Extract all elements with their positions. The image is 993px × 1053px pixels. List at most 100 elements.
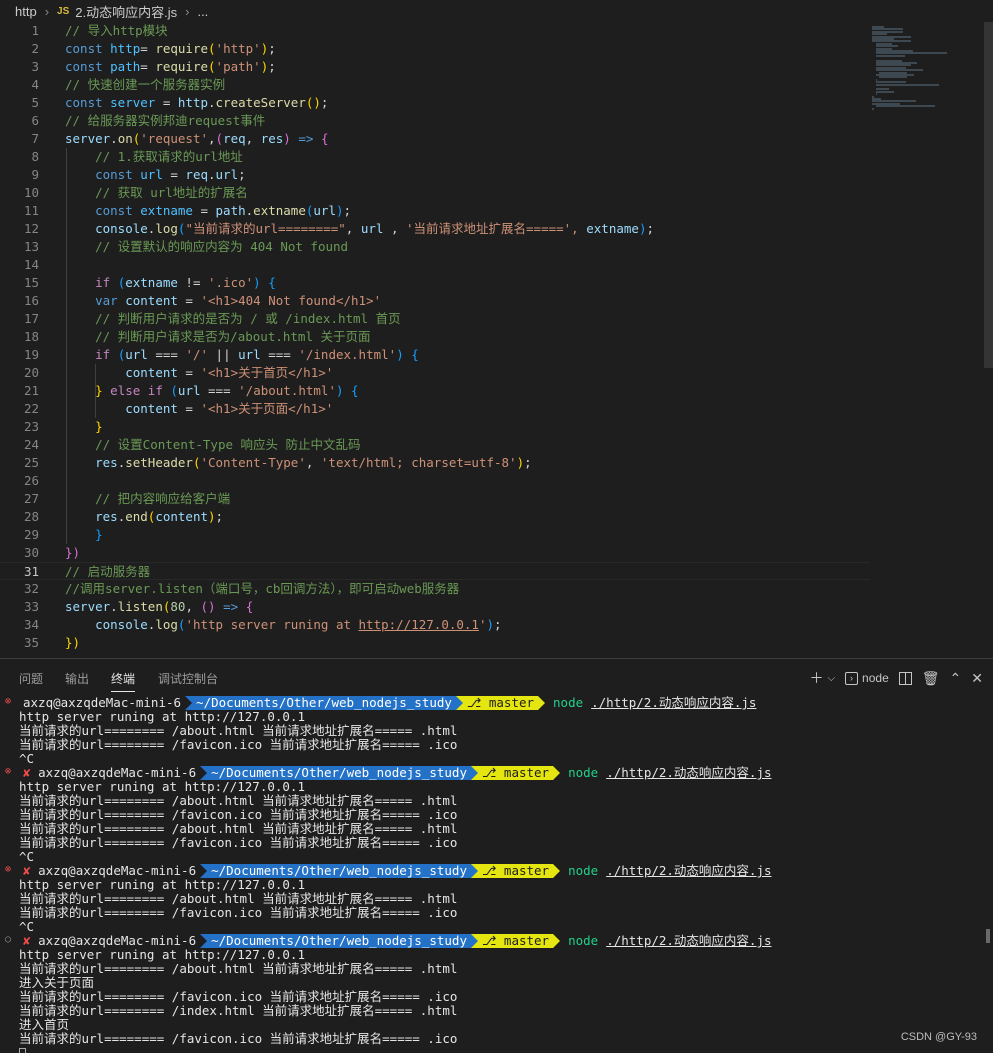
- code-line[interactable]: 1 // 导入http模块: [0, 22, 870, 40]
- code-line[interactable]: 2 const http= require('http');: [0, 40, 870, 58]
- code-line[interactable]: 21 } else if (url === '/about.html') {: [0, 382, 870, 400]
- code-line[interactable]: 29 }: [0, 526, 870, 544]
- code-line[interactable]: 13 // 设置默认的响应内容为 404 Not found: [0, 238, 870, 256]
- terminal-output-line: 当前请求的url======== /about.html 当前请求地址扩展名==…: [19, 891, 458, 906]
- code-text: const extname = path.extname(url);: [95, 203, 352, 218]
- terminal-output-line: 当前请求的url======== /favicon.ico 当前请求地址扩展名=…: [19, 1031, 458, 1046]
- code-line[interactable]: 10 // 获取 url地址的扩展名: [0, 184, 870, 202]
- code-line[interactable]: 11 const extname = path.extname(url);: [0, 202, 870, 220]
- editor-scrollbar[interactable]: [984, 22, 993, 368]
- code-text: // 设置默认的响应内容为 404 Not found: [95, 239, 349, 254]
- code-line[interactable]: 16 var content = '<h1>404 Not found</h1>…: [0, 292, 870, 310]
- git-branch-icon: ⎇: [481, 863, 504, 878]
- line-number: 16: [23, 293, 39, 308]
- breadcrumb-more[interactable]: ...: [197, 4, 208, 19]
- code-line[interactable]: 33 server.listen(80, () => {: [0, 598, 870, 616]
- breadcrumb-folder[interactable]: http: [15, 4, 37, 19]
- code-line[interactable]: 17 // 判断用户请求的是否为 / 或 /index.html 首页: [0, 310, 870, 328]
- code-line[interactable]: 14: [0, 256, 870, 274]
- error-status-icon: ⊗: [5, 766, 12, 777]
- breadcrumb-file[interactable]: 2.动态响应内容.js: [75, 2, 177, 21]
- git-branch-icon: ⎇: [481, 933, 504, 948]
- terminal-output-line: http server runing at http://127.0.0.1: [19, 779, 305, 794]
- line-number: 2: [31, 41, 39, 56]
- terminal-output-line: 进入首页: [19, 1017, 70, 1032]
- minimap-line: [875, 54, 906, 57]
- panel-toolbar: ＋ ⌵ › node 🗑 ⌃ ✕: [809, 668, 983, 688]
- code-text: const http= require('http');: [65, 41, 276, 56]
- code-line[interactable]: 23 }: [0, 418, 870, 436]
- prompt-user-name: axzq@axzqdeMac-mini-6: [38, 765, 197, 780]
- code-line[interactable]: 8 // 1.获取请求的url地址: [0, 148, 870, 166]
- line-number: 18: [23, 329, 39, 344]
- code-line[interactable]: 35}): [0, 634, 870, 652]
- cursor-icon: [19, 1047, 26, 1053]
- split-terminal-icon[interactable]: [898, 671, 912, 685]
- line-number: 19: [23, 347, 39, 362]
- code-text: content = '<h1>关于首页</h1>': [125, 365, 334, 380]
- code-line[interactable]: 26: [0, 472, 870, 490]
- chevron-down-icon[interactable]: ⌵: [827, 673, 835, 684]
- code-line[interactable]: 24 // 设置Content-Type 响应头 防止中文乱码: [0, 436, 870, 454]
- close-icon[interactable]: ✕: [971, 670, 983, 687]
- tab-problems[interactable]: 问题: [19, 670, 43, 687]
- terminal-output-line: http server runing at http://127.0.0.1: [19, 709, 305, 724]
- prompt-separator-icon: [470, 864, 478, 878]
- tab-debug-console[interactable]: 调试控制台: [158, 670, 218, 687]
- code-line[interactable]: 22 content = '<h1>关于页面</h1>': [0, 400, 870, 418]
- terminal-scrollbar[interactable]: [986, 929, 990, 943]
- code-text: // 判断用户请求是否为/about.html 关于页面: [95, 329, 371, 344]
- prompt-user: ✘ axzq@axzqdeMac-mini-6: [19, 933, 201, 948]
- line-number: 23: [23, 419, 39, 434]
- chevron-up-icon[interactable]: ⌃: [950, 670, 962, 687]
- code-line[interactable]: 28 res.end(content);: [0, 508, 870, 526]
- code-editor[interactable]: 1 // 导入http模块 2 const http= require('http')…: [0, 22, 993, 658]
- plus-icon[interactable]: ＋: [809, 668, 823, 688]
- code-line[interactable]: 34 console.log('http server runing at ht…: [0, 616, 870, 634]
- prompt-separator-icon: [200, 766, 208, 780]
- minimap[interactable]: [868, 22, 986, 122]
- terminal-prompt: axzq@axzqdeMac-mini-6 ~/Documents/Other/w…: [19, 696, 756, 710]
- code-text: // 启动服务器: [65, 564, 151, 579]
- line-number: 11: [23, 203, 39, 218]
- prompt-user: axzq@axzqdeMac-mini-6: [19, 696, 186, 710]
- terminal-output-line: 当前请求的url======== /favicon.ico 当前请求地址扩展名=…: [19, 905, 458, 920]
- code-line[interactable]: 12 console.log("当前请求的url========", url ,…: [0, 220, 870, 238]
- code-text: if (url === '/' || url === '/index.html'…: [95, 347, 419, 362]
- tab-terminal[interactable]: 终端: [111, 670, 136, 692]
- line-number: 20: [23, 365, 39, 380]
- code-text: console.log("当前请求的url========", url , '当…: [95, 221, 654, 236]
- line-number: 1: [31, 23, 39, 38]
- code-line[interactable]: 25 res.setHeader('Content-Type', 'text/h…: [0, 454, 870, 472]
- indent-guide: [66, 148, 67, 544]
- code-line[interactable]: 9 const url = req.url;: [0, 166, 870, 184]
- indent-guide: [95, 364, 96, 418]
- code-line[interactable]: 30}): [0, 544, 870, 562]
- prompt-user-name: axzq@axzqdeMac-mini-6: [38, 933, 197, 948]
- code-line[interactable]: 27 // 把内容响应给客户端: [0, 490, 870, 508]
- code-line[interactable]: 20 content = '<h1>关于首页</h1>': [0, 364, 870, 382]
- line-number: 31: [23, 564, 39, 579]
- code-line[interactable]: 18 // 判断用户请求是否为/about.html 关于页面: [0, 328, 870, 346]
- code-line[interactable]: 6 // 给服务器实例邦迪request事件: [0, 112, 870, 130]
- terminal-command-arg: ./http/2.动态响应内容.js: [591, 695, 757, 710]
- terminal-output-line: http server runing at http://127.0.0.1: [19, 947, 305, 962]
- code-line[interactable]: 4 // 快速创建一个服务器实例: [0, 76, 870, 94]
- tab-output[interactable]: 输出: [65, 670, 89, 687]
- code-line[interactable]: 7 server.on('request',(req, res) => {: [0, 130, 870, 148]
- line-number: 21: [23, 383, 39, 398]
- terminal-command-arg: ./http/2.动态响应内容.js: [606, 765, 772, 780]
- prompt-directory: ~/Documents/Other/web_nodejs_study: [192, 696, 456, 710]
- code-line[interactable]: 5 const server = http.createServer();: [0, 94, 870, 112]
- code-line[interactable]: 15 if (extname != '.ico') {: [0, 274, 870, 292]
- code-line[interactable]: 3 const path= require('path');: [0, 58, 870, 76]
- line-number: 15: [23, 275, 39, 290]
- code-line[interactable]: 19 if (url === '/' || url === '/index.ht…: [0, 346, 870, 364]
- code-line[interactable]: 32 //调用server.listen（端口号，cb回调方法），即可启动web服…: [0, 580, 870, 598]
- code-text: res.end(content);: [95, 509, 224, 524]
- prompt-separator-icon: [185, 696, 193, 710]
- code-line[interactable]: 31 // 启动服务器: [0, 562, 870, 580]
- trash-icon[interactable]: 🗑: [922, 670, 940, 687]
- terminal-name[interactable]: node: [862, 671, 889, 685]
- line-number: 5: [31, 95, 39, 110]
